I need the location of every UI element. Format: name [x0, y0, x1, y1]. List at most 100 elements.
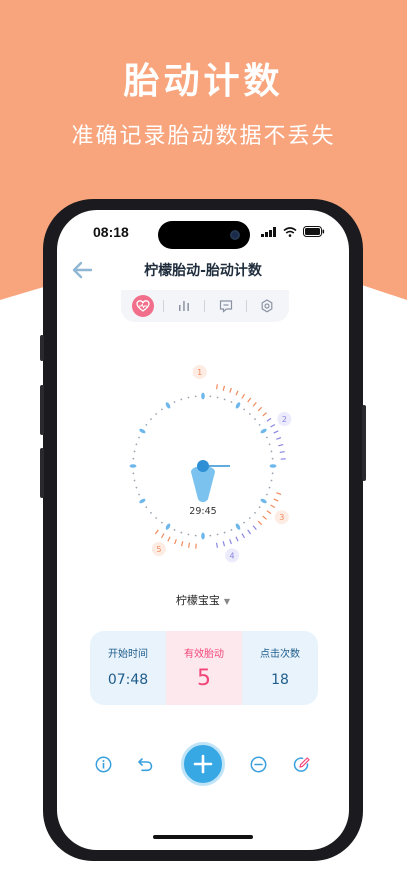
- session-arc-tick: [180, 541, 184, 547]
- dial-dot: [160, 408, 163, 411]
- dial-dot: [180, 398, 183, 401]
- dial-dot: [133, 450, 136, 453]
- edit-icon[interactable]: [293, 756, 311, 774]
- message-icon: [219, 300, 232, 313]
- battery-icon: [303, 226, 325, 237]
- dial-dot: [270, 479, 273, 482]
- session-arc-tick: [222, 541, 226, 547]
- dial-dot: [243, 521, 246, 524]
- baby-selector[interactable]: 柠檬宝宝 ▼: [57, 592, 349, 608]
- dial-dot: [194, 395, 197, 398]
- dial-dot: [135, 486, 138, 489]
- tab-separator: [162, 300, 164, 312]
- tab-messages[interactable]: [215, 295, 237, 317]
- dial-dot: [230, 401, 233, 403]
- dial-hour-tick: [165, 402, 171, 409]
- dial-dot: [268, 486, 271, 489]
- dial-dot: [133, 479, 136, 482]
- dial-dot: [155, 517, 158, 519]
- dial-dot: [258, 423, 261, 426]
- dial-dot: [266, 436, 268, 439]
- dial-hour-tick: [201, 532, 205, 540]
- dial-dot: [209, 534, 212, 537]
- tab-settings[interactable]: [256, 295, 278, 317]
- session-arc-tick: [276, 492, 282, 495]
- add-movement-button[interactable]: [181, 742, 225, 786]
- dial-hour-tick: [201, 392, 205, 400]
- tab-statistics[interactable]: [173, 295, 195, 317]
- session-marker-label: 3: [279, 513, 284, 522]
- session-arc-tick: [167, 536, 171, 542]
- fetal-movement-timer-dial: 1 2 3 4 5 29:45: [129, 365, 292, 563]
- session-arc-tick: [215, 384, 219, 390]
- stat-start-time: 开始时间 07:48: [90, 631, 166, 705]
- dial-dot: [132, 472, 135, 475]
- stat-clicks-label: 点击次数: [260, 649, 300, 660]
- add-icon: [193, 754, 213, 774]
- session-arc-tick: [229, 387, 232, 393]
- heart-icon: [135, 300, 150, 312]
- session-arc-tick: [154, 529, 159, 535]
- home-indicator: [153, 835, 253, 839]
- dial-hour-tick: [139, 428, 146, 434]
- session-arc-tick: [222, 385, 226, 391]
- stat-start-time-label: 开始时间: [108, 649, 148, 660]
- dial-dot: [248, 413, 251, 415]
- dial-dot: [268, 443, 271, 446]
- wifi-icon: [283, 226, 297, 237]
- dial-dot: [270, 450, 273, 453]
- dial-hour-tick: [165, 523, 171, 530]
- dial-hour-tick: [235, 402, 241, 409]
- session-marker-label: 1: [197, 368, 202, 377]
- dial-dot: [145, 423, 148, 426]
- minus-icon[interactable]: [250, 756, 267, 773]
- stat-clicks-value: 18: [271, 672, 289, 688]
- dial-hour-tick: [269, 464, 277, 468]
- dial-dot: [145, 506, 148, 509]
- dial-dot: [223, 531, 226, 534]
- session-arc-tick: [262, 412, 267, 417]
- dial-dot: [150, 511, 152, 514]
- dial-dot: [155, 413, 158, 415]
- dial-dot: [243, 408, 246, 411]
- session-arc-tick: [270, 423, 276, 428]
- dial-hour-tick: [235, 523, 241, 530]
- stat-valid-movements: 有效胎动 5: [166, 631, 242, 705]
- dial-dot: [173, 529, 176, 531]
- dropdown-caret-icon: ▼: [223, 597, 231, 606]
- info-icon[interactable]: [95, 756, 112, 773]
- status-icons: [261, 226, 325, 237]
- session-marker-label: 4: [230, 551, 235, 560]
- session-arc-tick: [215, 542, 219, 548]
- tab-heart[interactable]: [131, 295, 154, 317]
- session-arc-tick: [160, 533, 165, 539]
- session-arc-tick: [257, 406, 263, 412]
- dial-dot: [209, 395, 212, 398]
- settings-icon: [261, 299, 273, 313]
- dial-dot: [271, 472, 274, 475]
- promo-title: 胎动计数: [123, 61, 284, 102]
- session-arc-tick: [187, 542, 191, 548]
- bar-chart-icon: [179, 301, 190, 311]
- tab-bar: [121, 290, 289, 322]
- dial-dot: [138, 493, 140, 496]
- session-arc-tick: [241, 533, 246, 539]
- session-arc-tick: [266, 510, 272, 515]
- phone-side-button: [40, 335, 44, 361]
- session-arc-tick: [247, 397, 252, 403]
- dial-hour-tick: [139, 498, 146, 504]
- phone-volume-up-button: [40, 385, 44, 435]
- dial-dot: [150, 418, 152, 421]
- session-arc-tick: [174, 539, 177, 545]
- session-arc-tick: [247, 529, 252, 535]
- camera-icon: [230, 230, 240, 240]
- status-time: 08:18: [93, 224, 129, 240]
- dial-hour-tick: [260, 498, 267, 504]
- dial-dot: [216, 396, 219, 399]
- session-arc-tick: [266, 417, 272, 422]
- undo-icon[interactable]: [137, 756, 154, 773]
- session-arc-tick: [235, 536, 239, 542]
- dynamic-island: [158, 221, 250, 249]
- phone-volume-down-button: [40, 448, 44, 498]
- phone-power-button: [362, 405, 366, 481]
